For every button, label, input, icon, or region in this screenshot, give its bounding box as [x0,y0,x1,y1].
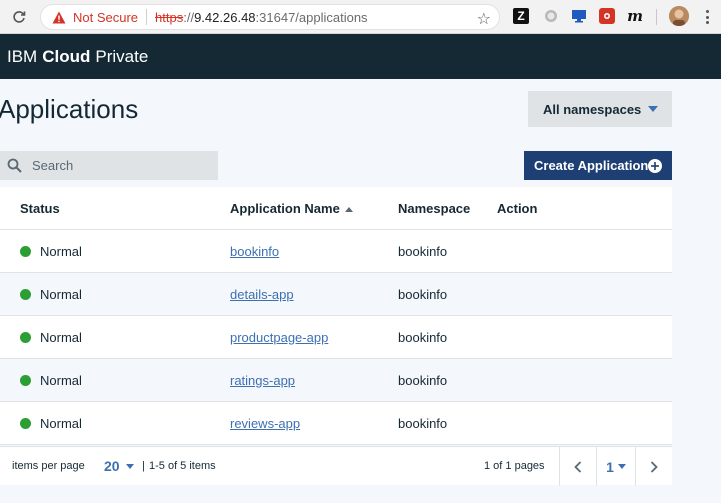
table-row: Normal bookinfo bookinfo [0,230,672,273]
url-scheme: https [155,9,184,25]
status-text: Normal [40,243,82,259]
status-normal-icon [20,288,31,300]
status-normal-icon [20,331,31,343]
red-extension-icon[interactable] [599,8,615,24]
application-link[interactable]: details-app [230,287,294,302]
m-extension-icon[interactable]: m [627,7,643,25]
application-link[interactable]: bookinfo [230,244,279,259]
search-icon [7,158,22,173]
status-cell: Normal [20,416,82,431]
address-divider [146,9,148,25]
next-page-button[interactable] [636,447,672,486]
sort-ascending-icon [344,206,353,212]
status-text: Normal [40,329,82,345]
chevron-down-icon [617,464,626,469]
current-page-value: 1 [606,458,614,475]
pagination-bar: items per page 20 | 1-5 of 5 items 1 of … [0,446,672,486]
url-host: 9.42.26.48 [194,9,256,25]
page-size-select[interactable]: 20 [104,458,134,474]
chevron-down-icon [125,463,134,469]
url-path: :31647/applications [255,9,368,25]
items-per-page-label: items per page [12,460,85,472]
reload-icon[interactable] [10,8,28,26]
brand-private[interactable]: Private [95,47,148,67]
create-application-label: Create Application [534,158,649,173]
toolbar-divider [656,9,657,25]
monitor-extension-icon[interactable] [571,8,587,24]
page-size-value: 20 [104,458,120,474]
page-title: Applications [0,94,139,124]
namespace-selector-label: All namespaces [543,101,642,117]
warning-icon [51,9,67,25]
search-input[interactable] [32,158,202,173]
app-header: IBM Cloud Private [0,34,721,79]
status-cell: Normal [20,373,82,388]
status-cell: Normal [20,287,82,302]
item-range-text: 1-5 of 5 items [149,460,216,472]
status-text: Normal [40,372,82,388]
table-header: Status Application Name Namespace Action [0,187,672,230]
table-row: Normal details-app bookinfo [0,273,672,316]
application-link[interactable]: reviews-app [230,416,300,431]
table-row: Normal reviews-app bookinfo [0,402,672,445]
search-field[interactable] [0,151,218,180]
chevron-right-icon [650,460,658,473]
column-header-status[interactable]: Status [20,201,60,216]
table-row: Normal productpage-app bookinfo [0,316,672,359]
url-separator: :// [183,9,195,25]
table-row: Normal ratings-app bookinfo [0,359,672,402]
pagination-separator: | [142,460,145,472]
column-header-namespace[interactable]: Namespace [398,201,470,216]
status-normal-icon [20,374,31,386]
create-application-button[interactable]: Create Application [524,151,672,180]
address-bar[interactable]: Not Secure https://9.42.26.48:31647/appl… [40,4,500,30]
namespace-cell: bookinfo [398,243,448,259]
namespace-cell: bookinfo [398,329,448,345]
column-header-application-name-label: Application Name [230,200,340,216]
application-link[interactable]: productpage-app [230,330,328,345]
applications-table: Status Application Name Namespace Action… [0,187,672,445]
status-cell: Normal [20,330,82,345]
status-text: Normal [40,415,82,431]
previous-page-button[interactable] [560,447,596,486]
namespace-selector[interactable]: All namespaces [528,91,672,127]
status-normal-icon [20,417,31,429]
brand-cloud[interactable]: Cloud [42,47,90,67]
chevron-left-icon [574,460,582,473]
status-cell: Normal [20,244,82,259]
status-text: Normal [40,286,82,302]
chevron-down-icon [648,106,658,112]
circle-extension-icon[interactable] [543,8,559,24]
page-count-text: 1 of 1 pages [484,460,545,472]
brand-ibm[interactable]: IBM [7,47,37,67]
column-header-action: Action [497,200,538,216]
add-circle-icon [648,159,662,173]
security-label[interactable]: Not Secure [73,10,138,25]
namespace-cell: bookinfo [398,372,448,388]
z-extension-icon[interactable]: Z [513,8,529,24]
status-normal-icon [20,245,31,257]
column-header-application-name[interactable]: Application Name [230,201,353,216]
browser-menu-icon[interactable] [702,8,712,26]
namespace-cell: bookinfo [398,415,448,431]
application-link[interactable]: ratings-app [230,373,295,388]
browser-toolbar: Not Secure https://9.42.26.48:31647/appl… [0,0,721,34]
profile-avatar[interactable] [669,6,689,26]
current-page-select[interactable]: 1 [597,447,635,486]
bookmark-star-icon[interactable]: ☆ [477,9,491,29]
namespace-cell: bookinfo [398,286,448,302]
